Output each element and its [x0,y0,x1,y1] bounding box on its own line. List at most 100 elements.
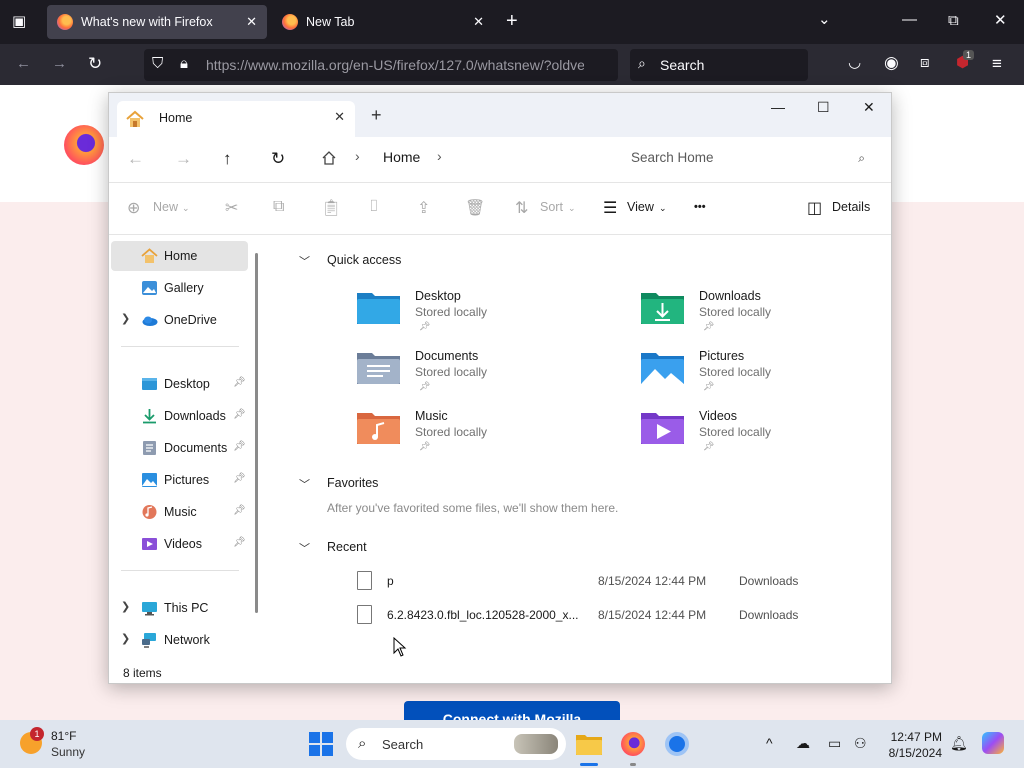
chevron-right-icon[interactable]: ❯ [121,632,130,645]
sidebar-item-desktop[interactable]: Desktop 📌︎ [111,369,248,399]
new-tab-icon[interactable]: + [371,105,382,126]
section-header-favorites[interactable]: Favorites [327,476,378,490]
pin-icon[interactable]: 📌︎ [233,377,246,388]
recent-file-row[interactable]: 6.2.8423.0.fbl_loc.120528-2000_x... 8/15… [357,601,877,631]
command-bar: ⊕ New ⌄ ✂ ⧉ 📋︎ ⌷ ⇪ 🗑︎ ⇅ Sort ⌄ ☰ View ⌄ … [109,183,891,235]
chevron-right-icon[interactable]: ❯ [121,312,130,325]
notification-badge: 1 [30,727,44,741]
view-button[interactable]: View [627,200,654,214]
new-button[interactable]: New [153,200,178,214]
back-icon[interactable]: ← [127,149,144,169]
tab-whats-new[interactable]: What's new with Firefox ✕ [47,5,267,39]
share-icon[interactable]: ⇪ [417,198,430,218]
firefox-taskbar-icon[interactable] [621,732,645,756]
url-bar[interactable]: ⛉ 🔒︎ https://www.mozilla.org/en-US/firef… [144,49,618,81]
close-window-icon[interactable]: ✕ [863,99,875,116]
chevron-down-icon[interactable]: ﹀ [299,253,310,269]
quick-access-item-desktop[interactable]: Desktop Stored locally 📌︎ [357,287,617,343]
address-bar[interactable]: › Home › [309,141,607,175]
chrome-taskbar-icon[interactable] [665,732,689,756]
nav-scrollbar[interactable] [255,253,258,613]
close-tab-icon[interactable]: ✕ [473,14,484,30]
tracking-protection-icon[interactable]: ⛉ [152,56,163,71]
quick-access-item-downloads[interactable]: Downloads Stored locally 📌︎ [641,287,901,343]
up-icon[interactable]: ↑ [223,149,232,169]
pocket-icon[interactable]: ◡ [848,55,861,70]
paste-icon[interactable]: 📋︎ [321,198,341,218]
forward-icon[interactable]: → [52,56,67,71]
menu-icon[interactable]: ≡ [992,55,1002,72]
sidebar-item-this-pc[interactable]: ❯ This PC [111,593,248,623]
close-window-icon[interactable]: ✕ [994,13,1007,28]
sidebar-item-network[interactable]: ❯ Network [111,625,248,655]
minimize-icon[interactable]: — [902,12,917,27]
lock-icon[interactable]: 🔒︎ [180,56,188,71]
pin-icon[interactable]: 📌︎ [233,473,246,484]
taskbar-search[interactable]: ⌕ Search [346,728,566,760]
taskbar: 1 81°F Sunny ⌕ Search ^ ☁ ▭ ⚇ 12:47 PM 8… [0,720,1024,768]
search-input[interactable]: Search Home ⌕ [613,141,879,175]
pin-icon[interactable]: 📌︎ [233,441,246,452]
account-icon[interactable]: ◉ [884,54,899,71]
minimize-icon[interactable]: — [771,99,785,115]
details-button[interactable]: Details [832,200,870,214]
sidebar-item-documents[interactable]: Documents 📌︎ [111,433,248,463]
copilot-icon[interactable] [982,732,1004,754]
new-tab-icon[interactable]: + [506,11,518,31]
sidebar-item-videos[interactable]: Videos 📌︎ [111,529,248,559]
quick-access-item-documents[interactable]: Documents Stored locally 📌︎ [357,347,617,403]
chevron-down-icon[interactable]: ﹀ [299,476,310,492]
onedrive-tray-icon[interactable]: ☁ [796,735,810,752]
refresh-icon[interactable]: ↻ [271,149,285,169]
explorer-title-bar: Home ✕ + — ☐ ✕ [109,93,891,137]
sort-button[interactable]: Sort [540,200,563,214]
file-explorer-taskbar-icon[interactable] [576,733,602,755]
sidebar-item-gallery[interactable]: Gallery [111,273,248,303]
quick-access-item-pictures[interactable]: Pictures Stored locally 📌︎ [641,347,901,403]
section-header-quick-access[interactable]: Quick access [327,253,401,267]
sidebar-item-music[interactable]: Music 📌︎ [111,497,248,527]
forward-icon[interactable]: → [175,149,192,169]
system-clock[interactable]: 12:47 PM 8/15/2024 [884,729,942,761]
notifications-bell-icon[interactable]: 🔔︎ [950,735,968,752]
explorer-tab-home[interactable]: Home ✕ [117,101,355,137]
rename-icon[interactable]: ⌷ [369,198,379,216]
pin-icon[interactable]: 📌︎ [233,537,246,548]
chevron-right-icon[interactable]: › [437,148,442,164]
url-text[interactable]: https://www.mozilla.org/en-US/firefox/12… [206,57,584,73]
pictures-icon [142,473,157,487]
more-options-button[interactable]: ••• [694,201,706,213]
close-tab-icon[interactable]: ✕ [246,14,257,30]
pin-icon[interactable]: 📌︎ [233,505,246,516]
close-tab-icon[interactable]: ✕ [334,109,345,125]
breadcrumb[interactable]: Home [383,149,420,165]
section-header-recent[interactable]: Recent [327,540,367,554]
reload-icon[interactable]: ↻ [88,55,102,72]
maximize-icon[interactable]: ☐ [817,99,830,116]
list-all-tabs-icon[interactable]: ▣ [12,14,26,29]
cut-icon[interactable]: ✂ [225,198,238,218]
sidebar-item-pictures[interactable]: Pictures 📌︎ [111,465,248,495]
back-icon[interactable]: ← [16,56,31,71]
restore-icon[interactable]: ⧉ [948,13,959,28]
tab-new-tab[interactable]: New Tab ✕ [272,5,494,39]
sidebar-item-home[interactable]: Home [111,241,248,271]
chevron-down-icon[interactable]: ⌄ [818,12,831,27]
delete-icon[interactable]: 🗑︎ [465,198,485,218]
pin-icon[interactable]: 📌︎ [233,409,246,420]
network-tray-icon[interactable]: ⚇ [854,735,867,752]
sidebar-item-onedrive[interactable]: ❯ OneDrive [111,305,248,335]
firefox-search-bar[interactable]: ⌕ Search [630,49,808,81]
recent-file-row[interactable]: p 8/15/2024 12:44 PM Downloads [357,567,877,597]
copy-icon[interactable]: ⧉ [273,198,284,216]
sidebar-item-downloads[interactable]: Downloads 📌︎ [111,401,248,431]
display-icon[interactable]: ▭ [828,735,841,752]
chevron-right-icon[interactable]: ❯ [121,600,130,613]
chevron-up-icon[interactable]: ^ [766,735,773,751]
chevron-down-icon[interactable]: ﹀ [299,540,310,556]
start-icon[interactable] [309,732,333,756]
quick-access-item-videos[interactable]: Videos Stored locally 📌︎ [641,407,901,463]
quick-access-item-music[interactable]: Music Stored locally 📌︎ [357,407,617,463]
status-bar-count: 8 items [123,666,162,680]
extensions-icon[interactable]: ⧈ [920,55,930,70]
